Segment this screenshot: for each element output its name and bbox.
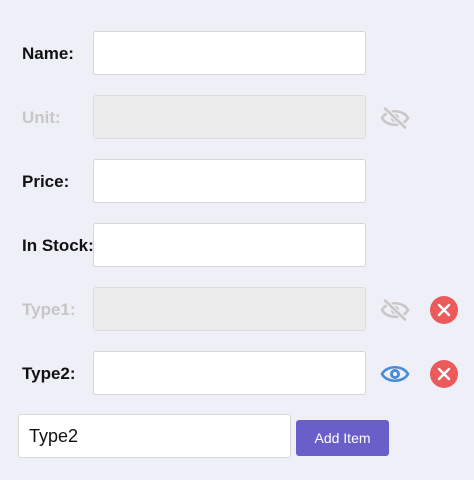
field-label-name: Name: xyxy=(22,44,74,63)
close-icon xyxy=(437,367,451,381)
field-row-price: Price: xyxy=(0,159,474,205)
field-row-type1: Type1: xyxy=(0,287,474,333)
type2-input[interactable] xyxy=(93,351,366,395)
eye-slash-icon[interactable] xyxy=(380,298,410,322)
field-label-type1: Type1: xyxy=(22,300,76,319)
field-row-name: Name: xyxy=(0,31,474,77)
add-item-button[interactable]: Add Item xyxy=(296,420,389,456)
field-row-in-stock: In Stock: xyxy=(0,223,474,269)
eye-icon[interactable] xyxy=(380,363,410,385)
eye-slash-icon[interactable] xyxy=(380,106,410,130)
new-field-name-input[interactable] xyxy=(18,414,291,458)
unit-input xyxy=(93,95,366,139)
field-label-type2: Type2: xyxy=(22,364,76,383)
field-label-in-stock: In Stock: xyxy=(22,236,94,255)
product-form: Name: Unit: Price: In Stock: Type1: Type… xyxy=(0,0,474,480)
field-row-unit: Unit: xyxy=(0,95,474,141)
price-input[interactable] xyxy=(93,159,366,203)
close-icon xyxy=(437,303,451,317)
field-label-unit: Unit: xyxy=(22,108,61,127)
type1-input xyxy=(93,287,366,331)
field-label-price: Price: xyxy=(22,172,70,191)
name-input[interactable] xyxy=(93,31,366,75)
in-stock-input[interactable] xyxy=(93,223,366,267)
remove-type2-button[interactable] xyxy=(430,360,458,388)
remove-type1-button[interactable] xyxy=(430,296,458,324)
field-row-type2: Type2: xyxy=(0,351,474,397)
